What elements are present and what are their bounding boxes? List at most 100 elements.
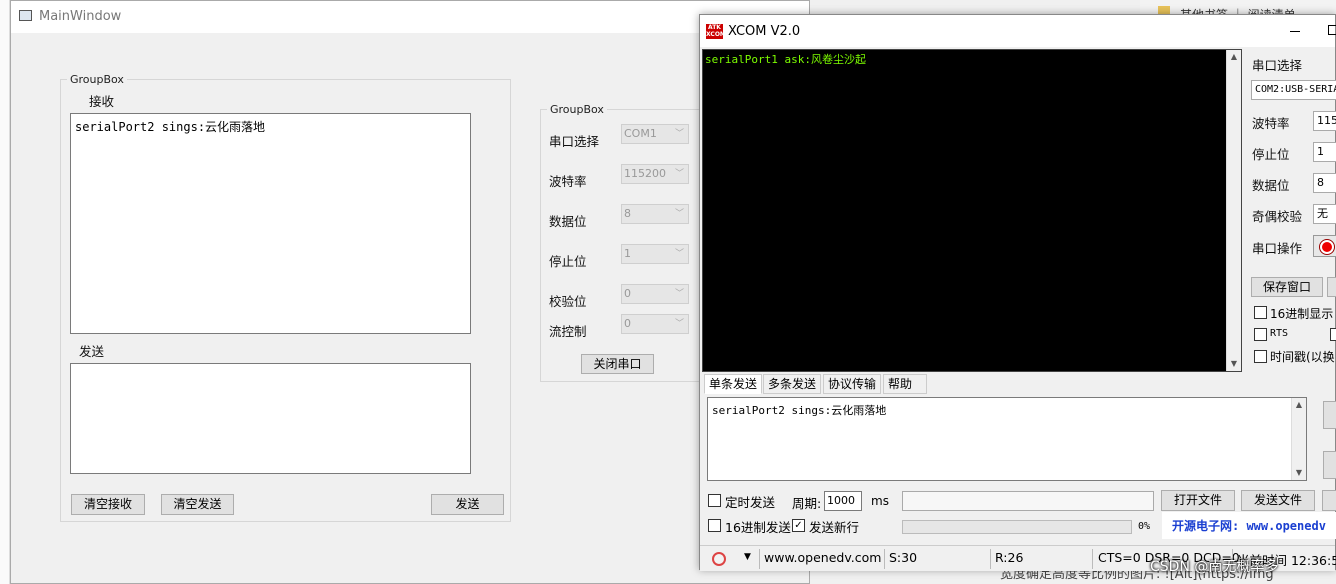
parity-label: 校验位	[549, 294, 587, 309]
xcom-window-title: XCOM V2.0	[728, 24, 801, 39]
flow-control-label: 流控制	[549, 324, 587, 339]
baud-rate-combo[interactable]: 115200 ﹀	[621, 164, 689, 184]
hex-display-checkbox[interactable]	[1254, 306, 1267, 319]
baud-rate-value: 115200	[624, 167, 666, 180]
chevron-down-icon: ﹀	[674, 209, 684, 219]
xcom-op-label: 串口操作	[1252, 241, 1303, 256]
xcom-parity-value: 无	[1317, 207, 1328, 220]
data-bits-combo[interactable]: 8 ﹀	[621, 204, 689, 224]
flow-control-combo[interactable]: 0 ﹀	[621, 314, 689, 334]
scroll-up-icon[interactable]: ▲	[1227, 50, 1241, 64]
xcom-send-button[interactable]	[1323, 401, 1336, 429]
send-tabs: 单条发送 多条发送 协议传输 帮助	[702, 374, 1242, 394]
tab-protocol[interactable]: 协议传输	[823, 374, 881, 394]
hex-send-label: 16进制发送	[725, 520, 791, 535]
send-newline-checkbox[interactable]: ✓	[792, 519, 805, 532]
rts-checkbox[interactable]	[1254, 328, 1267, 341]
main-window: MainWindow GroupBox 接收 serialPort2 sings…	[10, 0, 810, 584]
clear-receive-button-xcom[interactable]	[1327, 277, 1336, 297]
hex-display-label: 16进制显示	[1270, 307, 1334, 321]
flow-control-value: 0	[624, 317, 631, 330]
xcom-stop-combo[interactable]: 1	[1313, 142, 1336, 162]
minimize-icon[interactable]	[1290, 31, 1300, 32]
stop-bits-label: 停止位	[549, 254, 587, 269]
scroll-up-icon[interactable]: ▲	[1292, 398, 1306, 412]
tab-multi-send[interactable]: 多条发送	[763, 374, 821, 394]
xcom-open-port-button[interactable]	[1313, 235, 1336, 257]
xcom-titlebar: ATK XCOM XCOM V2.0	[700, 15, 1336, 47]
xcom-data-value: 8	[1317, 176, 1324, 189]
status-separator	[1092, 549, 1093, 569]
file-path-input[interactable]	[902, 491, 1154, 511]
send-file-button[interactable]: 发送文件	[1241, 490, 1315, 511]
xcom-send-textbox[interactable]: serialPort2 sings:云化雨落地	[707, 397, 1307, 481]
main-titlebar: MainWindow	[11, 1, 809, 33]
background-window-edge	[0, 0, 10, 584]
receive-text: serialPort2 sings:云化雨落地	[75, 120, 266, 134]
status-separator	[990, 549, 991, 569]
xcom-baud-label: 波特率	[1252, 116, 1290, 131]
maximize-icon[interactable]	[1328, 25, 1336, 35]
xcom-logo-icon: ATK XCOM	[706, 24, 726, 39]
hex-send-checkbox[interactable]	[708, 519, 721, 532]
open-file-button[interactable]: 打开文件	[1161, 490, 1235, 511]
baud-rate-label: 波特率	[549, 174, 587, 189]
data-bits-value: 8	[624, 207, 631, 220]
website-banner[interactable]: 开源电子网: www.openedv	[1162, 512, 1336, 539]
save-window-button[interactable]: 保存窗口	[1251, 277, 1323, 297]
dtr-checkbox[interactable]	[1330, 328, 1336, 341]
send-progress-text: 0%	[1138, 521, 1151, 532]
period-value: 1000	[827, 494, 855, 507]
stop-bits-combo[interactable]: 1 ﹀	[621, 244, 689, 264]
terminal-text: serialPort1 ask:风卷尘沙起	[705, 53, 866, 66]
receive-textbox[interactable]: serialPort2 sings:云化雨落地	[70, 113, 471, 334]
clear-send-button[interactable]: 清空发送	[161, 494, 234, 515]
website-banner-text[interactable]: 开源电子网: www.openedv	[1172, 517, 1326, 534]
port-select-value: COM1	[624, 127, 657, 140]
main-window-title: MainWindow	[39, 9, 122, 24]
status-received-count: R:26	[995, 550, 1024, 565]
parity-value: 0	[624, 287, 631, 300]
period-input[interactable]: 1000	[824, 491, 862, 511]
groupbox-title: GroupBox	[67, 73, 127, 86]
send-scrollbar[interactable]: ▲ ▼	[1291, 398, 1306, 480]
chevron-down-icon: ﹀	[674, 129, 684, 139]
timed-send-checkbox[interactable]	[708, 494, 721, 507]
terminal-scrollbar[interactable]: ▲ ▼	[1226, 50, 1241, 371]
period-label: 周期:	[792, 496, 822, 511]
chevron-down-icon[interactable]: ▼	[744, 552, 751, 562]
scroll-down-icon[interactable]: ▼	[1227, 357, 1241, 371]
timestamp-label: 时间戳(以换	[1270, 350, 1335, 364]
xcom-baud-value: 115	[1317, 114, 1336, 127]
port-select-combo[interactable]: COM1 ﹀	[621, 124, 689, 144]
status-sent-count: S:30	[889, 550, 918, 565]
receive-terminal[interactable]: serialPort1 ask:风卷尘沙起	[702, 49, 1242, 372]
period-unit: ms	[871, 494, 889, 508]
close-port-button[interactable]: 关闭串口	[581, 354, 654, 374]
send-button[interactable]: 发送	[431, 494, 504, 515]
timed-send-label: 定时发送	[725, 495, 776, 510]
status-separator	[759, 549, 760, 569]
status-url[interactable]: www.openedv.com	[764, 550, 881, 565]
clear-receive-button[interactable]: 清空接收	[71, 494, 145, 515]
stop-bits-value: 1	[624, 247, 631, 260]
chevron-down-icon: ﹀	[674, 169, 684, 179]
xcom-data-combo[interactable]: 8	[1313, 173, 1336, 193]
xcom-port-combo[interactable]: COM2:USB-SERIAL	[1251, 80, 1336, 100]
send-newline-label: 发送新行	[809, 520, 860, 535]
stop-send-button[interactable]	[1322, 490, 1336, 511]
parity-combo[interactable]: 0 ﹀	[621, 284, 689, 304]
send-progress-bar	[902, 520, 1132, 534]
xcom-parity-label: 奇偶校验	[1252, 209, 1303, 224]
scroll-down-icon[interactable]: ▼	[1292, 466, 1306, 480]
settings-gear-icon[interactable]	[712, 552, 726, 566]
tab-help[interactable]: 帮助	[883, 374, 927, 394]
tab-single-send[interactable]: 单条发送	[704, 374, 762, 394]
xcom-baud-combo[interactable]: 115	[1313, 111, 1336, 131]
csdn-watermark: CSDN @南无概率多	[1150, 559, 1279, 575]
send-textbox[interactable]	[70, 363, 471, 474]
xcom-clear-send-button[interactable]	[1323, 451, 1336, 479]
timestamp-checkbox[interactable]	[1254, 350, 1267, 363]
receive-label: 接收	[89, 94, 115, 109]
xcom-parity-combo[interactable]: 无	[1313, 204, 1336, 224]
